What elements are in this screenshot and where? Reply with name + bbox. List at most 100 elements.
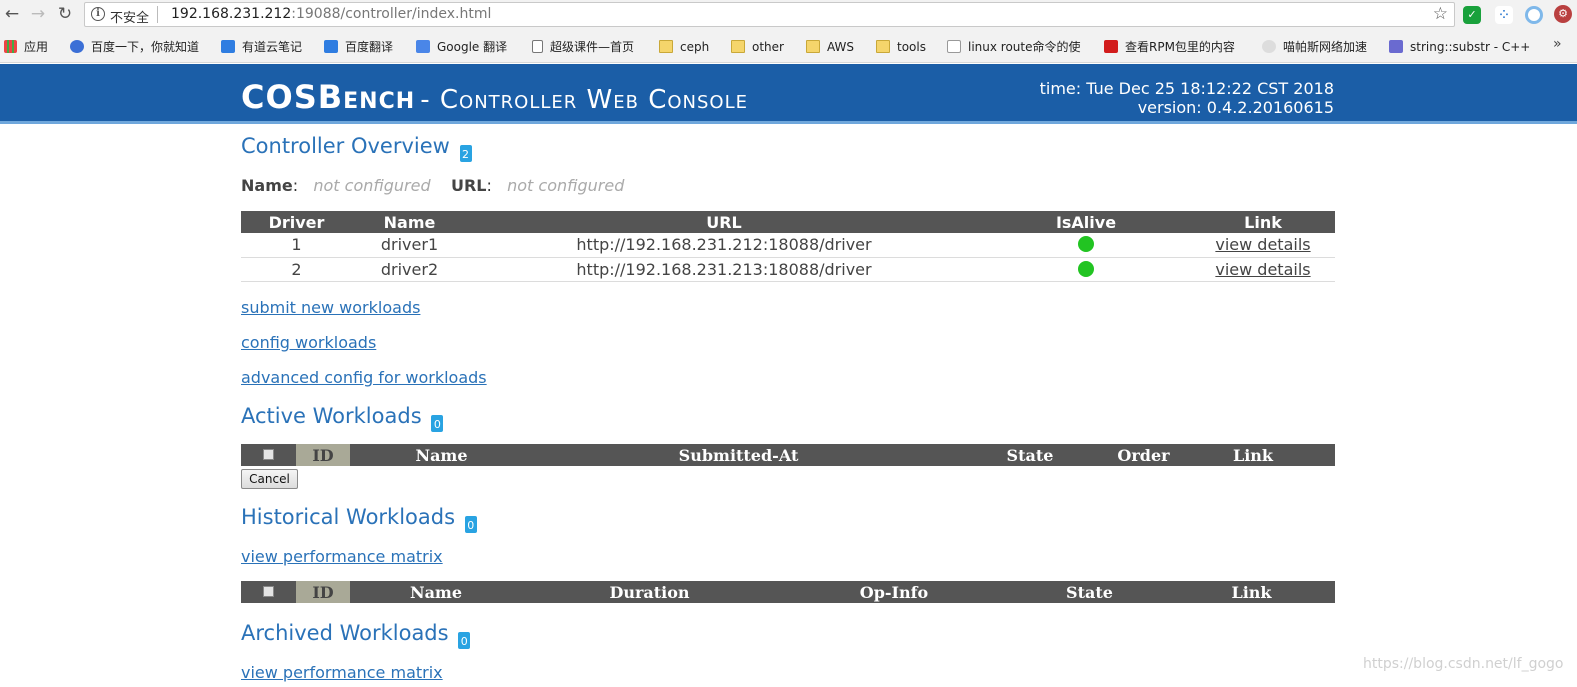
cpp-site-icon xyxy=(1389,40,1403,53)
youdao-note-icon xyxy=(221,40,235,53)
bookmark-folder-ceph[interactable]: ceph xyxy=(659,38,709,56)
bookmark-label: Google 翻译 xyxy=(437,40,508,54)
column-header-url: URL xyxy=(467,211,981,233)
column-header-isalive: IsAlive xyxy=(981,211,1191,233)
url-text[interactable]: 192.168.231.212:19088/controller/index.h… xyxy=(171,6,491,22)
bookmark-label: other xyxy=(752,40,784,54)
advanced-config-link[interactable]: advanced config for workloads xyxy=(241,368,487,387)
app-logo: COSBench - Controller Web Console xyxy=(241,78,748,116)
bookmark-cpp-substr[interactable]: string::substr - C++ xyxy=(1389,38,1530,56)
bookmark-linux-route[interactable]: linux route命令的使 xyxy=(947,38,1081,56)
csdn-icon xyxy=(1104,40,1118,53)
bookmark-label: linux route命令的使 xyxy=(968,40,1081,54)
table-header-row: ID Name Submitted-At State Order Link xyxy=(241,444,1335,466)
driver-count-badge: 2 xyxy=(459,145,472,162)
folder-icon xyxy=(876,40,890,53)
dots-extension-icon[interactable]: ⁘ xyxy=(1495,6,1513,24)
back-icon[interactable]: ← xyxy=(1,3,23,25)
archived-count-badge: 0 xyxy=(458,632,471,649)
forward-icon[interactable]: → xyxy=(27,3,49,25)
driver-id: 1 xyxy=(241,233,352,258)
bookmark-folder-aws[interactable]: AWS xyxy=(806,38,854,56)
column-header-name: Name xyxy=(352,211,467,233)
historical-performance-matrix-link[interactable]: view performance matrix xyxy=(241,547,443,566)
historical-count-badge: 0 xyxy=(464,516,477,533)
shield-extension-icon[interactable]: ✓ xyxy=(1463,6,1481,24)
bookmark-folder-other[interactable]: other xyxy=(731,38,784,56)
drivers-table: Driver Name URL IsAlive Link 1 driver1 h… xyxy=(241,211,1335,282)
colon: : xyxy=(292,176,299,195)
table-header-row: ID Name Duration Op-Info State Link xyxy=(241,581,1335,603)
bookmark-mps-proxy[interactable]: 喵帕斯网络加速 xyxy=(1262,38,1367,56)
driver-link: view details xyxy=(1191,257,1335,282)
folder-icon xyxy=(659,40,673,53)
alive-status-icon xyxy=(1078,260,1094,277)
address-bar[interactable]: i 不安全 192.168.231.212:19088/controller/i… xyxy=(84,2,1455,27)
view-details-link[interactable]: view details xyxy=(1215,235,1310,254)
reload-icon[interactable]: ↻ xyxy=(54,3,76,25)
bookmark-label: tools xyxy=(897,40,926,54)
bookmark-star-icon[interactable]: ☆ xyxy=(1433,4,1448,24)
controller-config: Name: not configured URL: not configured xyxy=(241,176,624,195)
section-title-text: Active Workloads xyxy=(241,404,422,428)
submit-workloads-link[interactable]: submit new workloads xyxy=(241,298,420,317)
column-header-link: Link xyxy=(1191,211,1335,233)
page-icon xyxy=(532,40,543,53)
bookmark-youdao[interactable]: 有道云笔记 xyxy=(221,38,302,56)
column-header-link: Link xyxy=(1168,581,1335,603)
bookmark-folder-tools[interactable]: tools xyxy=(876,38,926,56)
table-row: 2 driver2 http://192.168.231.213:18088/d… xyxy=(241,257,1335,282)
section-title-text: Controller Overview xyxy=(241,134,450,158)
baidu-translate-icon xyxy=(324,40,338,53)
archived-performance-matrix-link[interactable]: view performance matrix xyxy=(241,663,443,682)
bookmark-rpm[interactable]: 查看RPM包里的内容 xyxy=(1104,38,1235,56)
driver-alive xyxy=(981,233,1191,258)
active-workloads-table: ID Name Submitted-At State Order Link xyxy=(241,444,1335,466)
column-header-duration: Duration xyxy=(522,581,777,603)
controller-overview-title: Controller Overview 2 xyxy=(241,134,472,162)
url-path: :19088/controller/index.html xyxy=(291,6,492,22)
linux-site-icon xyxy=(947,40,961,53)
config-workloads-link[interactable]: config workloads xyxy=(241,333,376,352)
more-bookmarks-icon[interactable]: » xyxy=(1553,36,1562,52)
driver-id: 2 xyxy=(241,257,352,282)
column-header-state: State xyxy=(944,444,1116,466)
active-count-badge: 0 xyxy=(431,415,444,432)
column-header-op-info: Op-Info xyxy=(777,581,1011,603)
column-header-driver: Driver xyxy=(241,211,352,233)
ring-extension-icon[interactable] xyxy=(1525,6,1543,24)
bookmark-label: 喵帕斯网络加速 xyxy=(1283,40,1368,54)
browser-menu-icon[interactable]: ⚙ xyxy=(1554,5,1572,23)
cancel-button[interactable]: Cancel xyxy=(241,469,298,489)
bookmark-label: string::substr - C++ xyxy=(1410,40,1531,54)
bookmark-baidu[interactable]: 百度一下，你就知道 xyxy=(70,38,199,56)
select-all-checkbox[interactable] xyxy=(263,585,274,597)
select-all-checkbox[interactable] xyxy=(263,448,274,460)
column-header-id: ID xyxy=(296,581,350,603)
name-value: not configured xyxy=(313,176,431,195)
url-value: not configured xyxy=(507,176,625,195)
driver-url: http://192.168.231.213:18088/driver xyxy=(467,257,981,282)
select-all-cell xyxy=(241,444,296,466)
watermark: https://blog.csdn.net/lf_gogo xyxy=(1363,656,1564,672)
baidu-paw-icon xyxy=(70,40,84,53)
bookmark-label: 超级课件—首页 xyxy=(550,40,635,54)
bookmark-google-translate[interactable]: Google 翻译 xyxy=(416,38,507,56)
bookmark-label: 查看RPM包里的内容 xyxy=(1125,40,1235,54)
url-host: 192.168.231.212 xyxy=(171,6,292,22)
section-title-text: Historical Workloads xyxy=(241,505,456,529)
folder-icon xyxy=(731,40,745,53)
view-details-link[interactable]: view details xyxy=(1215,260,1310,279)
historical-workloads-table: ID Name Duration Op-Info State Link xyxy=(241,581,1335,603)
table-row: 1 driver1 http://192.168.231.212:18088/d… xyxy=(241,233,1335,258)
bookmark-courseware[interactable]: 超级课件—首页 xyxy=(532,38,634,56)
driver-name: driver1 xyxy=(352,233,467,258)
driver-link: view details xyxy=(1191,233,1335,258)
section-title-text: Archived Workloads xyxy=(241,621,449,645)
bookmark-baidu-translate[interactable]: 百度翻译 xyxy=(324,38,393,56)
select-all-cell xyxy=(241,581,296,603)
column-header-submitted-at: Submitted-At xyxy=(533,444,944,466)
bookmark-apps[interactable]: 应用 xyxy=(4,38,48,56)
driver-url: http://192.168.231.212:18088/driver xyxy=(467,233,981,258)
info-icon[interactable]: i xyxy=(91,7,105,21)
